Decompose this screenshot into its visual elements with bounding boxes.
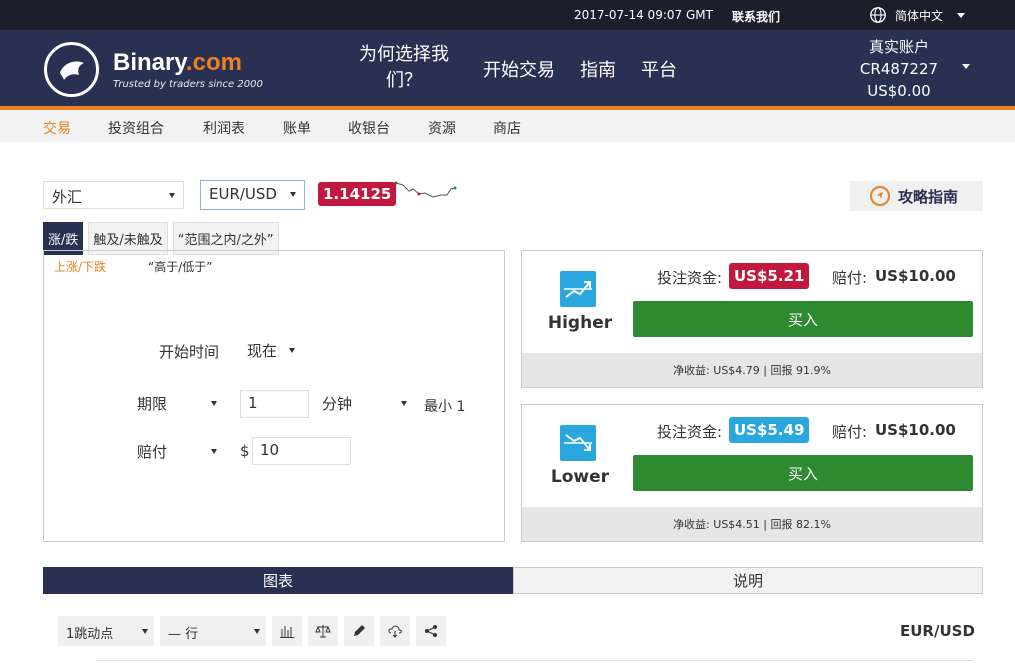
chart-pair-title: EUR/USD	[900, 622, 975, 640]
account-selector[interactable]: 真实账户 CR487227 US$0.00	[848, 36, 950, 102]
payout-label: 赔付:	[832, 269, 868, 287]
sub-navigation: 交易 投资组合 利润表 账单 收银台 资源 商店	[0, 110, 1015, 142]
brand-name: Binary.com	[113, 49, 242, 76]
subnav-portfolio[interactable]: 投资组合	[108, 118, 164, 138]
account-id: CR487227	[859, 60, 939, 78]
language-label: 简体中文	[895, 8, 944, 23]
chevron-down-icon[interactable]	[962, 64, 970, 69]
brand-tagline: Trusted by traders since 2000	[113, 79, 263, 90]
chevron-down-icon	[211, 449, 217, 454]
chevron-down-icon	[290, 192, 296, 197]
market-category-select[interactable]: 外汇	[43, 181, 184, 209]
compare-scale-icon[interactable]	[308, 616, 338, 646]
chevron-down-icon	[142, 629, 148, 634]
language-selector[interactable]: 简体中文	[869, 6, 966, 24]
payout-value: US$10.00	[875, 267, 956, 285]
nav-platform[interactable]: 平台	[641, 56, 677, 82]
duration-input[interactable]: 1	[240, 390, 309, 418]
subtab-rise-fall[interactable]: 上涨/下跌	[54, 258, 106, 275]
trading-guide-button[interactable]: 攻略指南	[850, 181, 983, 211]
tab-chart[interactable]: 图表	[43, 567, 513, 594]
stake-value: US$5.21	[729, 263, 810, 289]
currency-symbol: $	[240, 442, 250, 460]
buy-lower-button[interactable]: 买入	[633, 455, 973, 491]
pencil-icon[interactable]	[344, 616, 374, 646]
net-profit-info: 净收益: US$4.51 | 回报 82.1%	[522, 507, 982, 541]
stake-value: US$5.49	[729, 417, 810, 443]
contract-lower: Lower 投注资金: US$5.49 赔付: US$10.00 买入 净收益:…	[521, 404, 983, 542]
subnav-cashier[interactable]: 收银台	[348, 118, 390, 138]
amount-input[interactable]: 10	[252, 437, 351, 465]
subnav-trade[interactable]: 交易	[43, 118, 71, 138]
buy-higher-button[interactable]: 买入	[633, 301, 973, 337]
payout-value: US$10.00	[875, 421, 956, 439]
chart-type-select[interactable]: — 行	[160, 616, 266, 646]
share-icon[interactable]	[416, 616, 446, 646]
stake-label: 投注资金:	[657, 423, 723, 441]
chart-toolbar: 1跳动点 — 行	[58, 616, 446, 646]
account-balance: US$0.00	[867, 82, 931, 100]
bull-icon	[44, 42, 99, 97]
server-time: 2017-07-14 09:07 GMT	[574, 8, 713, 22]
higher-icon	[560, 271, 596, 307]
start-time-label: 开始时间	[159, 343, 220, 361]
symbol-select[interactable]: EUR/USD	[200, 180, 305, 210]
contact-us-link[interactable]: 联系我们	[732, 8, 780, 25]
minimum-duration-hint: 最小 1	[424, 399, 466, 415]
navigation-arrow-icon	[870, 186, 890, 206]
chart-explanation-tabs: 图表 说明	[43, 567, 983, 594]
sparkline-icon	[395, 181, 457, 198]
subnav-shop[interactable]: 商店	[493, 118, 521, 138]
chevron-down-icon	[289, 348, 295, 353]
start-time-select[interactable]: 现在	[240, 337, 301, 365]
nav-why-choose-us[interactable]: 为何选择我们？	[356, 42, 452, 94]
chart-area-divider	[97, 660, 973, 661]
main-header: Binary.com Trusted by traders since 2000…	[0, 30, 1015, 110]
chevron-down-icon	[169, 193, 175, 198]
tab-explanation[interactable]: 说明	[513, 567, 983, 594]
interval-select[interactable]: 1跳动点	[58, 616, 154, 646]
duration-unit-select[interactable]: 分钟	[315, 390, 413, 418]
payout-label: 赔付:	[832, 423, 868, 441]
contract-higher: Higher 投注资金: US$5.21 赔付: US$10.00 买入 净收益…	[521, 250, 983, 388]
nav-start-trading[interactable]: 开始交易	[483, 56, 555, 82]
trade-form: 上涨/下跌 “高于/低于” 开始时间 现在 期限 1 分钟 最小 1 赔付 $ …	[43, 250, 505, 542]
cloud-download-icon[interactable]	[380, 616, 410, 646]
top-bar: 2017-07-14 09:07 GMT 联系我们 简体中文	[0, 0, 1015, 30]
payout-type-select[interactable]: 赔付	[130, 438, 223, 466]
lower-icon	[560, 425, 596, 461]
duration-type-select[interactable]: 期限	[130, 390, 223, 418]
net-profit-info: 净收益: US$4.79 | 回报 91.9%	[522, 353, 982, 387]
chevron-down-icon	[254, 629, 260, 634]
contract-name: Lower	[550, 467, 610, 487]
nav-guide[interactable]: 指南	[580, 56, 616, 82]
subnav-profit-table[interactable]: 利润表	[203, 118, 245, 138]
chevron-down-icon	[211, 401, 217, 406]
indicators-icon[interactable]	[272, 616, 302, 646]
chevron-down-icon	[401, 401, 407, 406]
contract-name: Higher	[547, 313, 613, 333]
globe-icon	[870, 7, 886, 23]
subnav-statement[interactable]: 账单	[283, 118, 311, 138]
subnav-resources[interactable]: 资源	[428, 118, 456, 138]
spot-price-badge: 1.14125	[318, 182, 397, 206]
chevron-down-icon	[957, 12, 966, 18]
logo[interactable]: Binary.com Trusted by traders since 2000	[44, 42, 263, 97]
subtab-higher-lower[interactable]: “高于/低于”	[148, 258, 212, 275]
stake-label: 投注资金:	[657, 269, 723, 287]
account-type: 真实账户	[868, 38, 929, 56]
